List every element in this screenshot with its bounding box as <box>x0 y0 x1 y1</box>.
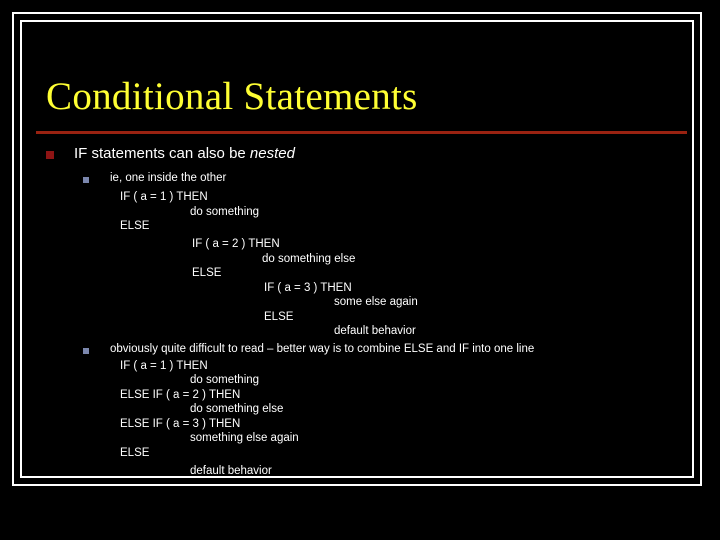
code-text: IF ( a = 1 ) THEN <box>120 191 208 203</box>
code-text: do something else <box>190 403 284 415</box>
code-text: IF ( a = 3 ) THEN <box>264 281 352 294</box>
code-text: default behavior <box>334 325 416 337</box>
code-text: ELSE IF ( a = 3 ) THEN <box>120 417 241 430</box>
code-text: ELSE <box>192 267 222 279</box>
code-text: ELSE IF ( a = 2 ) THEN <box>120 388 241 401</box>
code-line: ELSE <box>0 310 720 325</box>
slide: Conditional Statements IF statements can… <box>0 0 720 540</box>
square-bullet-icon <box>46 151 54 159</box>
code-line: do something <box>0 205 720 220</box>
bullet-level1-row: IF statements can also be nested <box>0 144 720 164</box>
page-title: Conditional Statements <box>46 75 418 118</box>
code-text: IF ( a = 1 ) THEN <box>120 359 208 372</box>
bullet-level2-row-1: ie, one inside the other <box>0 171 720 188</box>
code-text: ELSE <box>120 220 150 232</box>
slide-body: IF statements can also be nested ie, one… <box>0 144 720 477</box>
code-text: IF ( a = 2 ) THEN <box>192 238 280 250</box>
title-divider <box>36 131 687 134</box>
code-line: ELSE <box>0 219 720 237</box>
code-text: ELSE <box>120 446 150 459</box>
code-line: IF ( a = 1 ) THEN <box>0 359 720 374</box>
code-line: do something else <box>0 402 720 417</box>
code-text: something else again <box>190 432 299 444</box>
code-text: some else again <box>334 296 418 308</box>
code-text: ELSE <box>264 310 294 323</box>
code-line: ELSE IF ( a = 3 ) THEN <box>0 417 720 432</box>
bullet-level1-label: IF statements can also be nested <box>74 144 295 163</box>
code-text: do something <box>190 374 260 386</box>
square-bullet-icon <box>83 347 89 354</box>
code-line: do something <box>0 373 720 388</box>
code-line: some else again <box>0 295 720 310</box>
bullet-level2-label-1: ie, one inside the other <box>110 172 227 184</box>
code-line: ELSE <box>0 266 720 281</box>
code-line: IF ( a = 1 ) THEN <box>0 190 720 205</box>
code-block-nested: IF ( a = 1 ) THEN do something ELSE IF (… <box>0 190 720 339</box>
code-line: IF ( a = 2 ) THEN <box>0 237 720 252</box>
code-line: IF ( a = 3 ) THEN <box>0 281 720 296</box>
square-bullet-icon <box>83 177 89 183</box>
bullet-level2-row-2: obviously quite difficult to read – bett… <box>0 342 720 359</box>
bullet-level2-label-2: obviously quite difficult to read – bett… <box>110 342 535 355</box>
code-line: default behavior <box>0 324 720 339</box>
code-block-elseif: IF ( a = 1 ) THEN do something ELSE IF (… <box>0 359 720 479</box>
code-line: default behavior <box>0 464 720 479</box>
code-line: ELSE IF ( a = 2 ) THEN <box>0 388 720 403</box>
code-line: ELSE <box>0 446 720 464</box>
code-line: do something else <box>0 252 720 267</box>
bullet-level1-text-plain: IF statements can also be <box>74 145 250 162</box>
code-text: do something else <box>262 252 356 265</box>
bullet-level1-text-italic: nested <box>249 145 295 162</box>
code-line: something else again <box>0 431 720 446</box>
code-text: default behavior <box>190 464 272 477</box>
code-text: do something <box>190 205 260 218</box>
